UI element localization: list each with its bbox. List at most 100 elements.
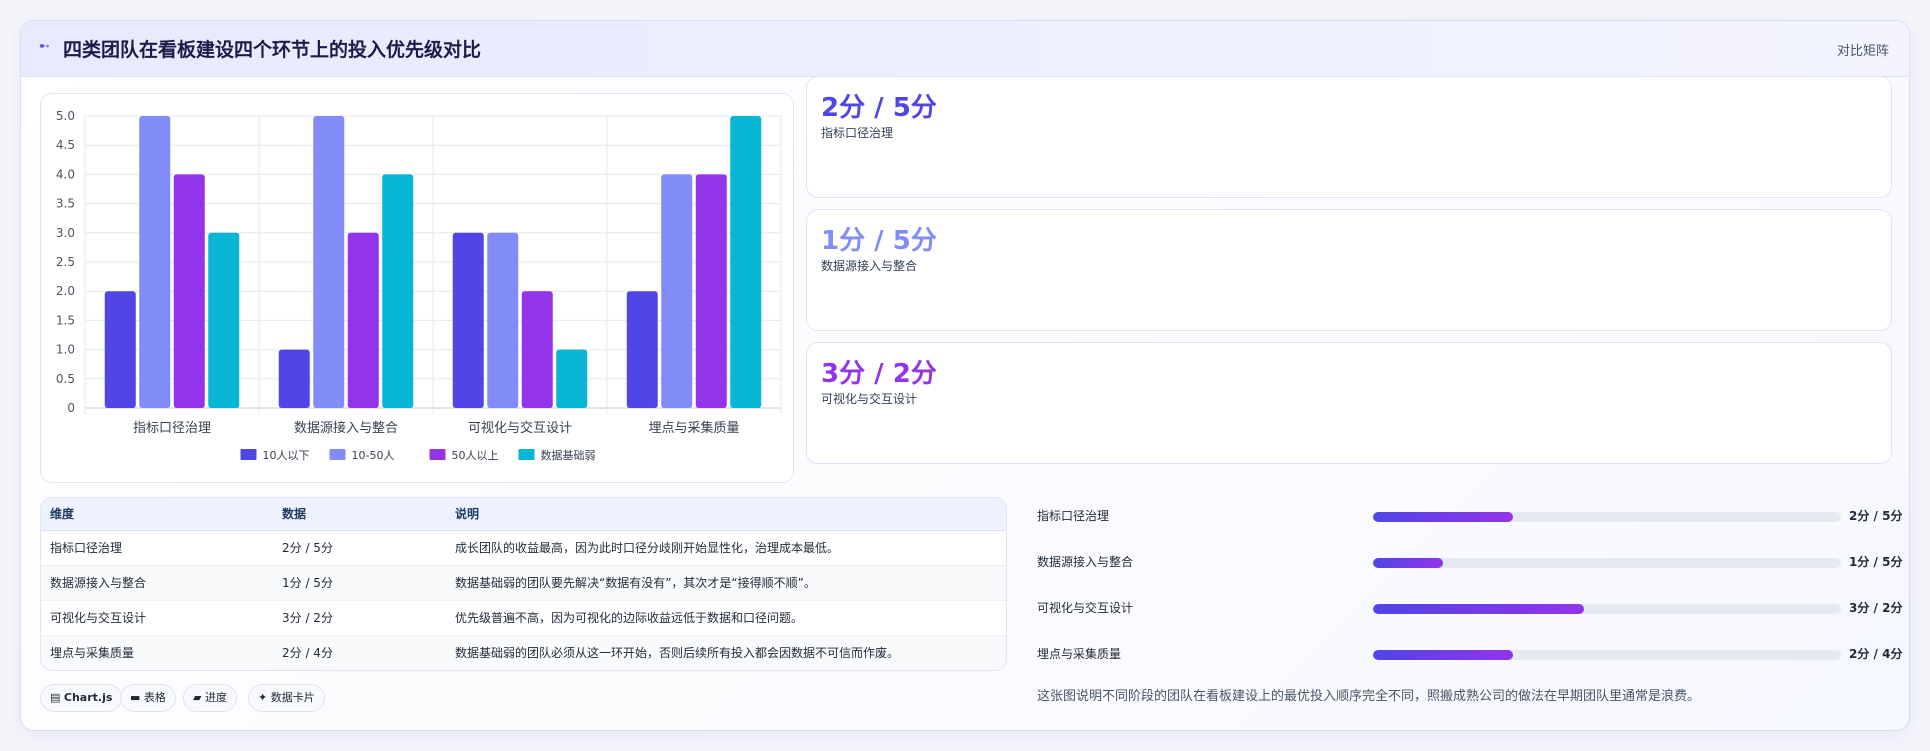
stat-card-visualization: 3分 / 2分 可视化与交互设计 (806, 342, 1892, 464)
column-header-data: 数据 (273, 498, 446, 531)
progress-value: 3分 / 2分 (1849, 601, 1903, 615)
stat-label: 数据源接入与整合 (821, 259, 918, 273)
table-cell: 3分 / 2分 (273, 600, 446, 636)
stat-value: 1分 / 5分 (821, 226, 937, 256)
table-cell: 埋点与采集质量 (50, 646, 135, 661)
tag-label: 表格 (143, 691, 166, 704)
progress-row: 埋点与采集质量 2分 / 4分 (1037, 643, 1902, 663)
tag-data-cards[interactable]: ✦ 数据卡片 (248, 684, 325, 712)
comparison-table: 维度 数据 说明 指标口径治理 2分 / 5分 成长团队的收益最高，因为此时口径… (41, 498, 1006, 670)
tag-label: 数据卡片 (270, 691, 315, 704)
table-cell: 2分 / 4分 (282, 646, 333, 661)
legend-swatch (518, 449, 535, 460)
progress-label: 数据源接入与整合 (1037, 555, 1134, 569)
y-tick-label: 2.5 (56, 255, 75, 269)
tag-label: Chart.js (63, 691, 113, 704)
tag-label: 进度 (204, 691, 227, 704)
legend-label: 10-50人 (352, 449, 395, 462)
y-tick-label: 4.0 (56, 167, 75, 181)
progress-row: 指标口径治理 2分 / 5分 (1037, 505, 1902, 525)
y-tick-label: 0.5 (56, 372, 75, 386)
bar (313, 116, 345, 408)
table-cell: 2分 / 5分 (273, 530, 446, 566)
y-tick-label: 3.5 (56, 197, 75, 211)
bar (730, 116, 762, 408)
progress-track (1373, 558, 1841, 568)
bar (208, 232, 240, 408)
y-tick-label: 5.0 (56, 109, 75, 123)
table-cell: 指标口径治理 (41, 530, 273, 566)
bar (661, 174, 693, 408)
chart-icon: ➸ (39, 39, 50, 54)
table-icon: ▬ (130, 691, 141, 704)
tag-table[interactable]: ▬ 表格 (120, 684, 176, 712)
bar (521, 291, 553, 408)
bar (347, 232, 379, 408)
table-cell: 数据基础弱的团队要先解决“数据有没有”，其次才是“接得顺不顺”。 (446, 565, 1006, 601)
progress-label: 可视化与交互设计 (1037, 601, 1134, 615)
legend-swatch (429, 449, 446, 460)
progress-track (1373, 650, 1841, 660)
stat-label: 指标口径治理 (821, 126, 894, 140)
progress-fill (1373, 650, 1514, 660)
page-title: 四类团队在看板建设四个环节上的投入优先级对比 (63, 39, 482, 61)
dashboard-card: ➸ 四类团队在看板建设四个环节上的投入优先级对比 对比矩阵 0 0.5 1.0 1.5… (20, 20, 1910, 731)
legend-swatch (240, 449, 257, 460)
y-tick-label: 0 (67, 401, 75, 415)
stat-value: 3分 / 2分 (821, 359, 937, 389)
legend-label: 10人以下 (263, 449, 310, 462)
chart-icon: ▤ (50, 691, 61, 704)
bar-chart-panel: 0 0.5 1.0 1.5 2.0 2.5 3.0 3.5 4.0 4.5 5.0 指标口径治理 数据源… (40, 93, 794, 483)
y-tick-label: 1.5 (56, 313, 75, 327)
column-header-dimension: 维度 (41, 498, 273, 531)
table-cell: 优先级普遍不高，因为可视化的边际收益远低于数据和口径问题。 (446, 600, 1006, 636)
progress-label: 埋点与采集质量 (1037, 647, 1122, 661)
bar (626, 291, 658, 408)
column-header-description: 说明 (446, 498, 1006, 531)
bar (487, 232, 519, 408)
progress-value: 2分 / 5分 (1849, 509, 1903, 523)
tag-chartjs[interactable]: ▤ Chart.js (40, 684, 123, 712)
x-tick-label: 埋点与采集质量 (648, 420, 739, 436)
x-tick-label: 数据源接入与整合 (294, 420, 398, 436)
y-tick-label: 1.0 (56, 343, 75, 357)
bar (104, 291, 136, 408)
bar (382, 174, 414, 408)
bar (278, 349, 310, 408)
table-row: 埋点与采集质量 2分 / 4分 数据基础弱的团队必须从这一环开始，否则后续所有投… (41, 635, 1006, 670)
progress-track (1373, 604, 1841, 614)
progress-value: 2分 / 4分 (1849, 647, 1903, 661)
progress-row: 可视化与交互设计 3分 / 2分 (1037, 597, 1902, 617)
bar (556, 349, 588, 408)
view-mode-label[interactable]: 对比矩阵 (1837, 40, 1889, 59)
bar (139, 116, 171, 408)
comparison-table-panel: 维度 数据 说明 指标口径治理 2分 / 5分 成长团队的收益最高，因为此时口径… (40, 497, 1007, 671)
table-row: 指标口径治理 2分 / 5分 成长团队的收益最高，因为此时口径分歧刚开始显性化，… (41, 530, 1006, 566)
progress-fill (1373, 604, 1584, 614)
progress-value: 1分 / 5分 (1849, 555, 1903, 569)
progress-fill (1373, 512, 1514, 522)
table-cell: 可视化与交互设计 (41, 600, 273, 636)
legend-label: 数据基础弱 (541, 448, 596, 462)
stat-value: 2分 / 5分 (821, 93, 937, 123)
legend-swatch (329, 449, 346, 460)
table-cell: 数据源接入与整合 (41, 565, 273, 601)
summary-note: 这张图说明不同阶段的团队在看板建设上的最优投入顺序完全不同，照搬成熟公司的做法在… (1037, 689, 1701, 704)
progress-track (1373, 512, 1841, 522)
y-tick-label: 2.0 (56, 284, 75, 298)
card-header: ➸ 四类团队在看板建设四个环节上的投入优先级对比 对比矩阵 (21, 21, 1909, 77)
legend-label: 50人以上 (452, 449, 499, 462)
bar (173, 174, 205, 408)
stat-card-metric-governance: 2分 / 5分 指标口径治理 (806, 76, 1892, 198)
y-tick-label: 3.0 (56, 226, 75, 240)
table-header-row: 维度 数据 说明 (41, 498, 1006, 531)
stat-label: 可视化与交互设计 (821, 392, 918, 406)
x-tick-label: 可视化与交互设计 (468, 420, 572, 436)
stat-card-data-source: 1分 / 5分 数据源接入与整合 (806, 209, 1892, 331)
progress-fill (1373, 558, 1444, 568)
table-cell: 数据基础弱的团队必须从这一环开始，否则后续所有投入都会因数据不可信而作废。 (455, 646, 900, 661)
sparkle-icon: ✦ (258, 691, 268, 704)
table-cell: 1分 / 5分 (273, 565, 446, 601)
bar (695, 174, 727, 408)
tag-progress[interactable]: ▰ 进度 (183, 684, 237, 712)
